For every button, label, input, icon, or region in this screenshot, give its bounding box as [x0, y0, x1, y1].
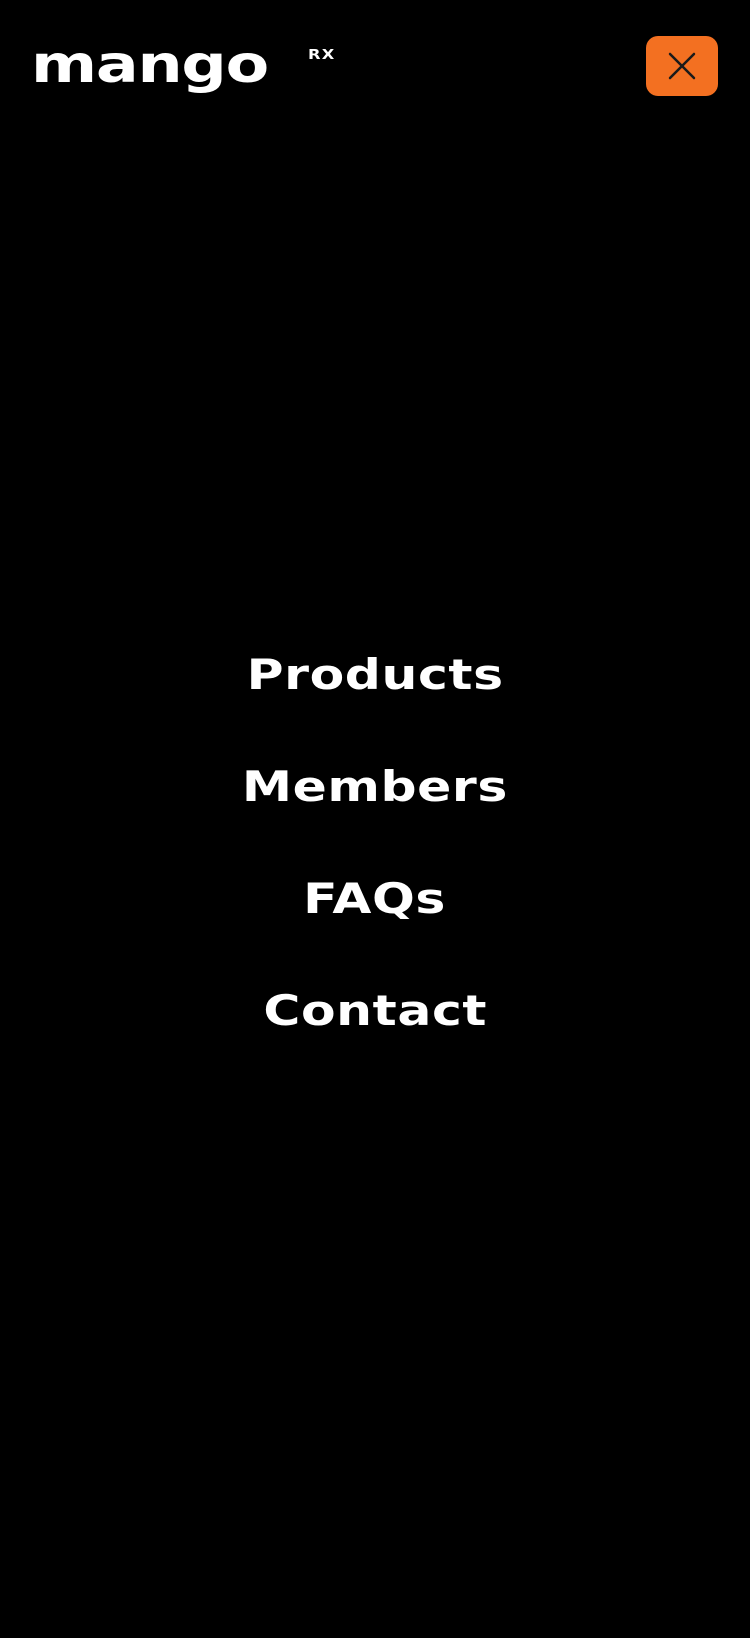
- menu-item-label: Members: [241, 762, 509, 811]
- close-icon: [668, 52, 696, 80]
- menu-item-products[interactable]: Products: [0, 650, 750, 762]
- main-menu: Products Members FAQs Contact: [0, 650, 750, 1098]
- close-menu-button[interactable]: [646, 36, 718, 96]
- menu-item-label: Contact: [263, 986, 487, 1035]
- menu-item-label: FAQs: [303, 874, 447, 923]
- brand-suffix: RX: [308, 48, 336, 63]
- menu-item-contact[interactable]: Contact: [0, 986, 750, 1098]
- brand-name: mango: [31, 35, 269, 95]
- menu-item-label: Products: [246, 650, 504, 699]
- site-header: mango RX: [0, 0, 750, 130]
- menu-item-members[interactable]: Members: [0, 762, 750, 874]
- brand-logo[interactable]: mango RX: [31, 35, 334, 96]
- menu-item-faqs[interactable]: FAQs: [0, 874, 750, 986]
- leaf-icon: [272, 38, 292, 62]
